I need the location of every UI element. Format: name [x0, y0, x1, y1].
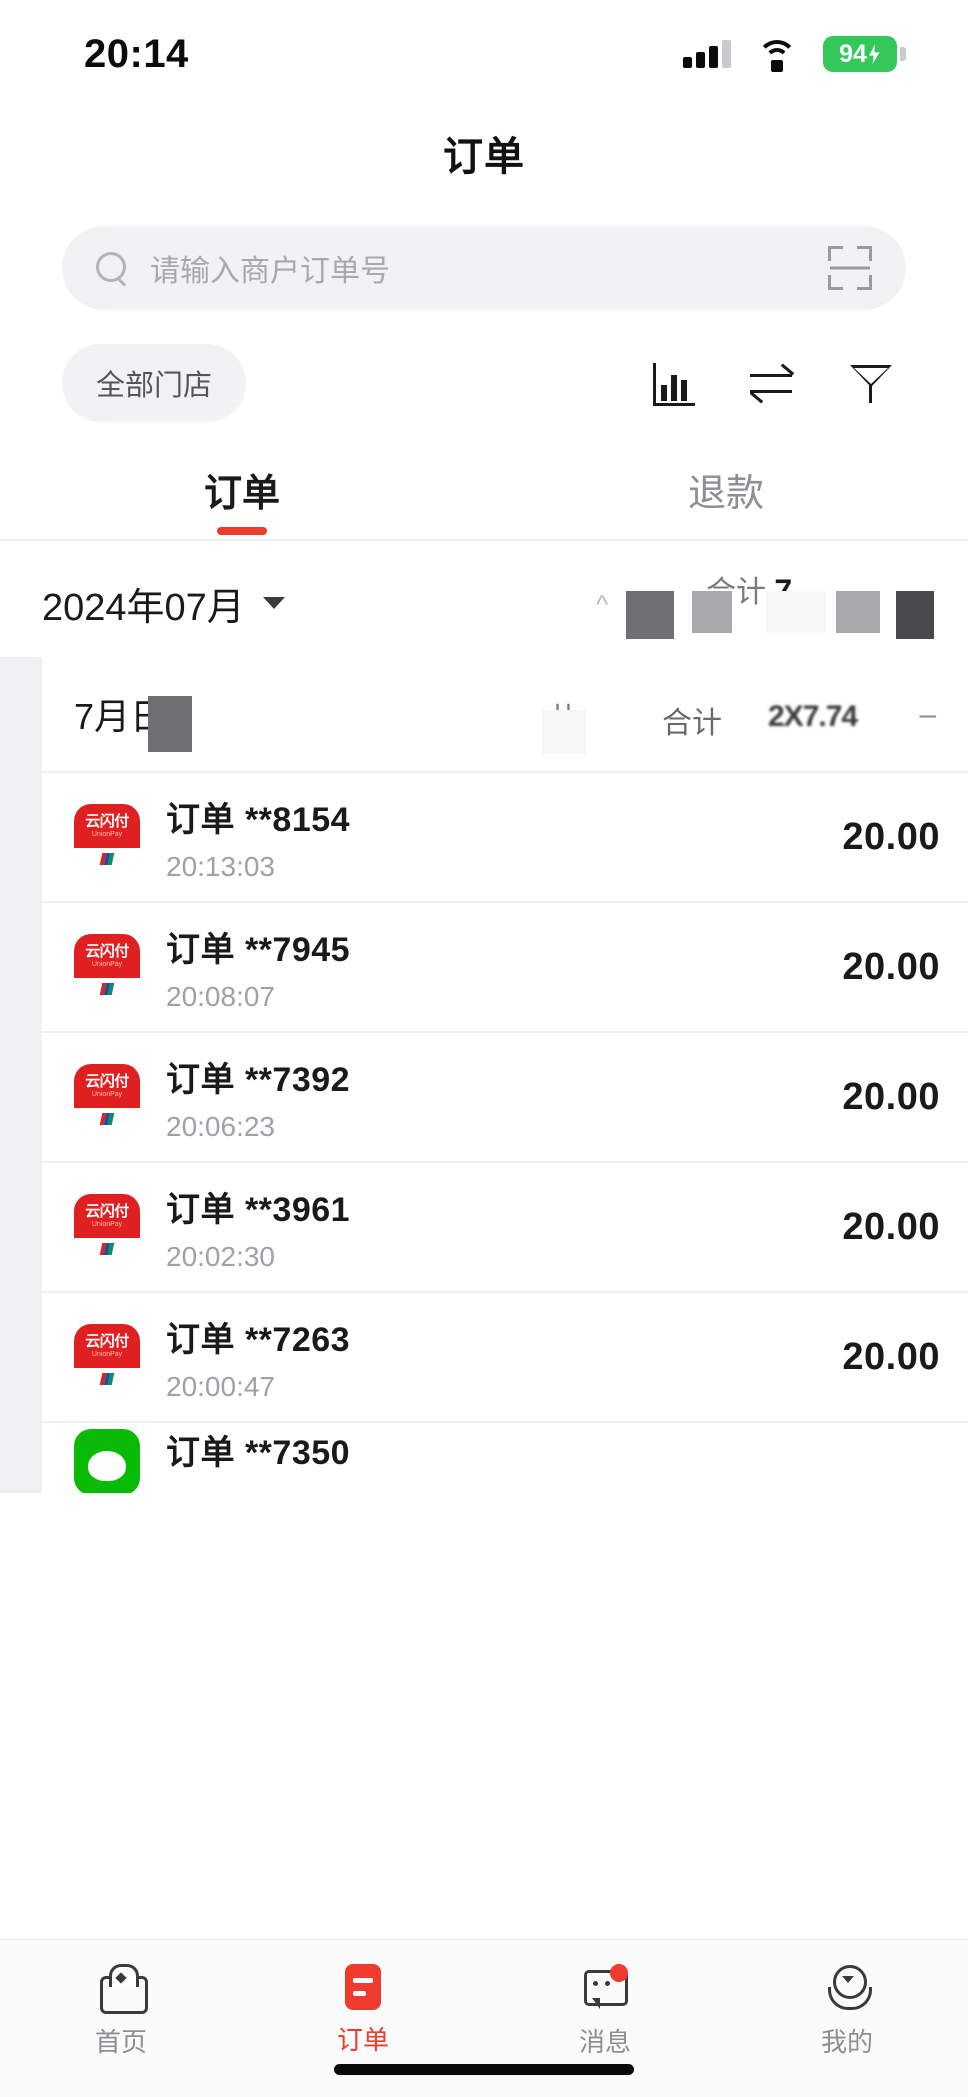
redaction-block	[766, 591, 826, 633]
order-time: 20:13:03	[166, 850, 275, 882]
order-title: 订单 **7263	[166, 1320, 351, 1359]
table-row[interactable]: 云闪付 UnionPay 订单 **7392 20:06:23 20.00	[42, 1033, 968, 1163]
transfer-icon[interactable]	[748, 359, 796, 407]
page-title: 订单	[443, 135, 525, 179]
payicon-cn: 云闪付	[85, 943, 129, 960]
search-icon	[96, 252, 128, 284]
chevron-down-icon[interactable]	[262, 597, 285, 609]
battery-level: 94	[839, 39, 867, 68]
order-time: 20:02:30	[166, 1240, 275, 1272]
tabbar-item-profile[interactable]: 我的	[726, 1940, 968, 2097]
order-title: 订单 **8154	[166, 800, 351, 839]
order-document-icon	[345, 1964, 381, 2010]
order-card: 7月日 共 合计 2X7.74 – 云闪付 UnionPay	[42, 657, 968, 1493]
order-amount: 20.00	[842, 815, 940, 858]
order-amount: 20.00	[842, 1075, 940, 1118]
tab-orders-label: 订单	[203, 473, 280, 515]
search-input[interactable]: 请输入商户订单号	[150, 246, 828, 290]
day-total-label: 合计	[662, 707, 722, 740]
wifi-icon	[757, 40, 797, 72]
day-group-header: 7月日 共 合计 2X7.74 –	[42, 657, 968, 773]
day-total-value: 2X7.74	[768, 700, 858, 733]
month-summary-row: 2024年07月 ^ 合计 7	[0, 541, 968, 657]
payicon-cn: 云闪付	[85, 1333, 129, 1350]
tabbar-label-profile: 我的	[820, 2027, 873, 2057]
app-screen: 20:14 94 订单 请输入商户订单号 全部门店 订单 退款 2024年07月…	[0, 0, 968, 2097]
unionpay-icon: 云闪付 UnionPay	[74, 1064, 140, 1130]
unread-badge	[610, 1964, 628, 1982]
month-label: 2024年07月	[42, 586, 245, 629]
month-total-redacted: ^ 合计 7	[588, 573, 934, 639]
status-time: 20:14	[84, 31, 189, 76]
redaction-block	[626, 591, 674, 639]
payicon-cn: 云闪付	[85, 813, 129, 830]
redaction-block	[836, 591, 880, 633]
order-title: 订单 **7392	[166, 1060, 351, 1099]
home-icon	[96, 1962, 148, 2014]
month-count-hint: ^	[596, 589, 609, 619]
tab-refunds[interactable]: 退款	[484, 462, 968, 539]
order-amount: 20.00	[842, 945, 940, 988]
tab-refunds-label: 退款	[687, 473, 764, 515]
order-tabs: 订单 退款	[0, 462, 968, 541]
table-row[interactable]: 云闪付 UnionPay 订单 **8154 20:13:03 20.00	[42, 773, 968, 903]
payicon-en: UnionPay	[91, 831, 123, 838]
order-list-scroll[interactable]: 7月日 共 合计 2X7.74 – 云闪付 UnionPay	[0, 657, 968, 1493]
order-time: 20:06:23	[166, 1110, 275, 1142]
payicon-en: UnionPay	[91, 1351, 123, 1358]
message-bubble-icon	[580, 1962, 630, 2012]
search-section: 请输入商户订单号	[0, 198, 968, 310]
scan-code-icon[interactable]	[828, 246, 872, 290]
wechat-pay-icon	[74, 1429, 140, 1493]
status-bar: 20:14 94	[0, 0, 968, 108]
unionpay-icon: 云闪付 UnionPay	[74, 1194, 140, 1260]
table-row[interactable]: 云闪付 UnionPay 订单 **7945 20:08:07 20.00	[42, 903, 968, 1033]
order-amount: 20.00	[842, 1205, 940, 1248]
order-time: 20:00:47	[166, 1370, 275, 1402]
table-row[interactable]: 订单 **7350	[42, 1423, 968, 1493]
tabbar-label-home: 首页	[94, 2027, 147, 2057]
day-total-redacted: 共 合计 2X7.74 –	[510, 684, 940, 754]
order-title: 订单 **7350	[166, 1434, 351, 1472]
status-indicators: 94	[683, 36, 906, 72]
tool-icons	[648, 359, 906, 407]
battery-icon: 94	[823, 36, 906, 72]
statistics-icon[interactable]	[648, 359, 696, 407]
redaction-block	[896, 591, 934, 639]
day-label: 7月日	[74, 688, 192, 752]
order-amount: 20.00	[842, 1335, 940, 1378]
payicon-en: UnionPay	[91, 1091, 123, 1098]
payicon-en: UnionPay	[91, 1221, 123, 1228]
redaction-block	[148, 696, 192, 752]
tabbar-item-home[interactable]: 首页	[0, 1940, 242, 2097]
order-time: 20:08:07	[166, 980, 275, 1012]
tab-active-indicator	[217, 527, 267, 535]
filter-row: 全部门店	[0, 310, 968, 422]
order-title: 订单 **3961	[166, 1190, 351, 1229]
payicon-cn: 云闪付	[85, 1073, 129, 1090]
profile-icon	[822, 1962, 872, 2012]
table-row[interactable]: 云闪付 UnionPay 订单 **3961 20:02:30 20.00	[42, 1163, 968, 1293]
redaction-block	[692, 591, 732, 633]
day-total-trailing: –	[919, 698, 936, 731]
store-filter-chip[interactable]: 全部门店	[62, 344, 247, 422]
search-bar[interactable]: 请输入商户订单号	[62, 226, 906, 310]
unionpay-icon: 云闪付 UnionPay	[74, 804, 140, 870]
redaction-block	[542, 710, 586, 754]
home-indicator	[334, 2064, 634, 2075]
filter-icon[interactable]	[848, 359, 896, 407]
day-date: 7月	[74, 696, 131, 737]
unionpay-icon: 云闪付 UnionPay	[74, 934, 140, 1000]
charging-bolt-icon	[869, 44, 880, 64]
month-picker[interactable]: 2024年07月	[42, 576, 285, 631]
tabbar-label-messages: 消息	[578, 2027, 631, 2057]
table-row[interactable]: 云闪付 UnionPay 订单 **7263 20:00:47 20.00	[42, 1293, 968, 1423]
payicon-cn: 云闪付	[85, 1203, 129, 1220]
tabbar-label-orders: 订单	[336, 2025, 389, 2055]
order-title: 订单 **7945	[166, 930, 351, 969]
signal-bars-icon	[683, 40, 731, 68]
payicon-en: UnionPay	[91, 961, 123, 968]
unionpay-icon: 云闪付 UnionPay	[74, 1324, 140, 1390]
tab-orders[interactable]: 订单	[0, 462, 484, 539]
